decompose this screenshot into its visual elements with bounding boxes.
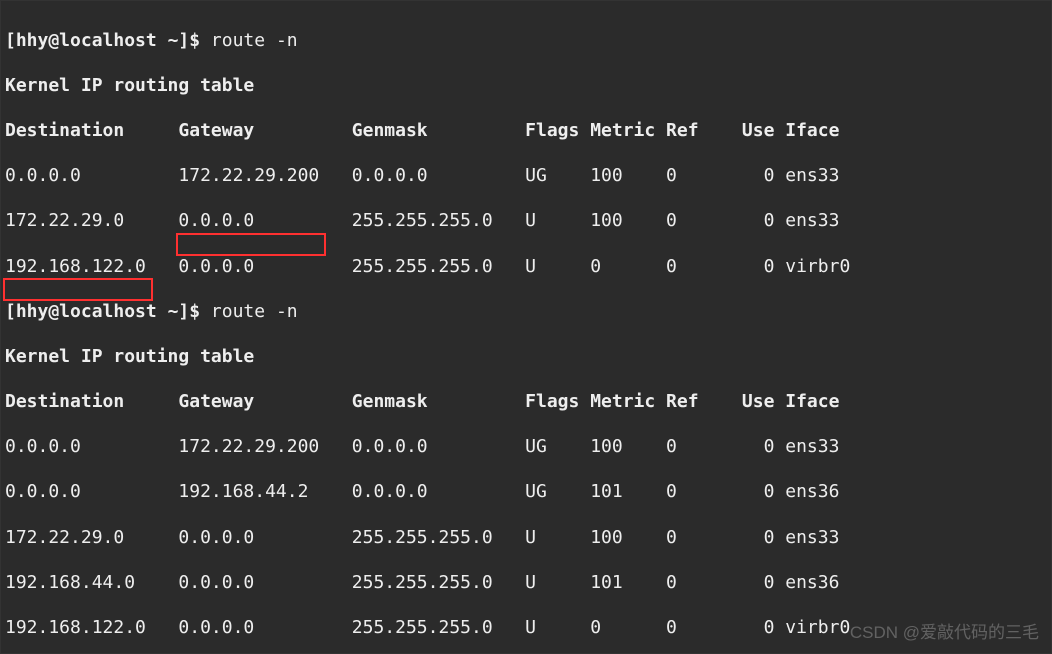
routing-title-1: Kernel IP routing table bbox=[5, 75, 1051, 98]
terminal-window[interactable]: [hhy@localhost ~]$ route -n Kernel IP ro… bbox=[0, 0, 1052, 654]
prompt-end: ]$ bbox=[178, 301, 211, 322]
table-row: 172.22.29.0 0.0.0.0 255.255.255.0 U 100 … bbox=[5, 210, 1051, 233]
prompt-user-host: [hhy@localhost bbox=[5, 301, 168, 322]
routing-title-2: Kernel IP routing table bbox=[5, 346, 1051, 369]
table-row: 0.0.0.0 192.168.44.2 0.0.0.0 UG 101 0 0 … bbox=[5, 481, 1051, 504]
table-row: 172.22.29.0 0.0.0.0 255.255.255.0 U 100 … bbox=[5, 527, 1051, 550]
prompt-cwd: ~ bbox=[168, 30, 179, 51]
prompt-line-2: [hhy@localhost ~]$ route -n bbox=[5, 301, 1051, 324]
table-row: 0.0.0.0 172.22.29.200 0.0.0.0 UG 100 0 0… bbox=[5, 165, 1051, 188]
command-text: route -n bbox=[211, 30, 298, 51]
table-row: 192.168.122.0 0.0.0.0 255.255.255.0 U 0 … bbox=[5, 256, 1051, 279]
table-row: 192.168.44.0 0.0.0.0 255.255.255.0 U 101… bbox=[5, 572, 1051, 595]
highlight-box-destination bbox=[3, 278, 153, 301]
table-header-1: Destination Gateway Genmask Flags Metric… bbox=[5, 120, 1051, 143]
prompt-line-1: [hhy@localhost ~]$ route -n bbox=[5, 30, 1051, 53]
prompt-end: ]$ bbox=[178, 30, 211, 51]
watermark-text: CSDN @爱敲代码的三毛 bbox=[850, 622, 1039, 645]
command-text: route -n bbox=[211, 301, 298, 322]
prompt-cwd: ~ bbox=[168, 301, 179, 322]
table-header-2: Destination Gateway Genmask Flags Metric… bbox=[5, 391, 1051, 414]
prompt-user-host: [hhy@localhost bbox=[5, 30, 168, 51]
highlight-box-gateway bbox=[176, 233, 326, 256]
table-row: 0.0.0.0 172.22.29.200 0.0.0.0 UG 100 0 0… bbox=[5, 436, 1051, 459]
